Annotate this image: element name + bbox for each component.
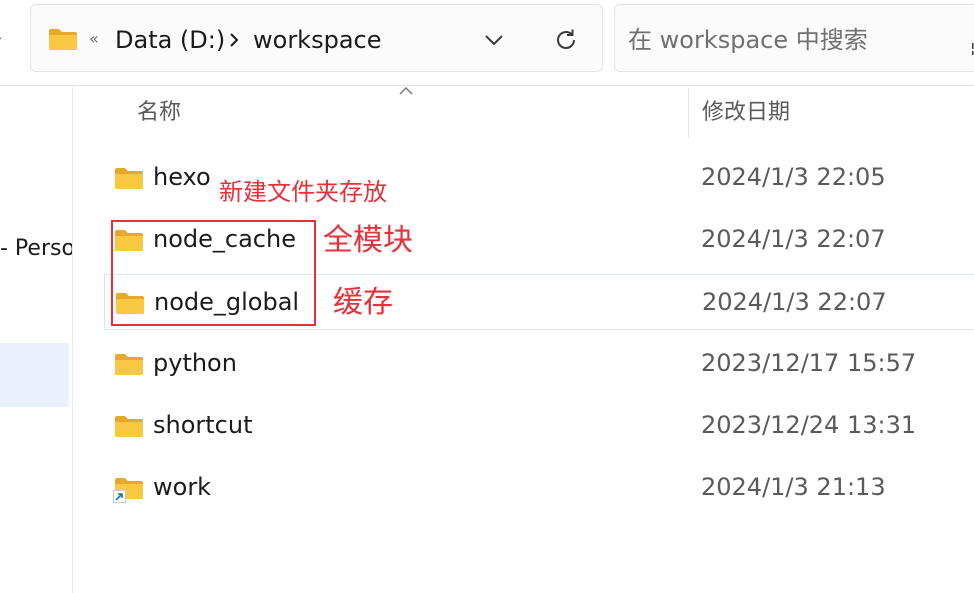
- chevron-right-icon[interactable]: [226, 29, 242, 51]
- file-date: 2024/1/3 22:07: [701, 225, 886, 253]
- explorer-toolbar: › « Data (D:) workspace 在 workspace 中搜索: [0, 0, 974, 86]
- breadcrumb-overflow-icon[interactable]: «: [89, 27, 99, 51]
- file-name[interactable]: hexo: [153, 162, 211, 192]
- file-name[interactable]: python: [153, 348, 237, 378]
- file-date: 2024/1/3 22:05: [701, 163, 886, 191]
- file-row-work[interactable]: work 2024/1/3 21:13: [104, 460, 974, 516]
- file-row-python[interactable]: python 2023/12/17 15:57: [104, 336, 974, 392]
- folder-icon: [115, 416, 143, 437]
- refresh-icon[interactable]: [553, 27, 579, 53]
- address-bar[interactable]: « Data (D:) workspace: [30, 4, 603, 72]
- annotation-note-cache: 缓存: [333, 285, 393, 320]
- shortcut-arrow-icon: [113, 490, 126, 503]
- column-header-name[interactable]: 名称: [137, 98, 181, 128]
- breadcrumb-drive[interactable]: Data (D:): [115, 25, 225, 55]
- folder-icon: [115, 168, 143, 189]
- nav-item-personal[interactable]: - Perso: [0, 235, 72, 263]
- annotation-note-new-folder: 新建文件夹存放: [219, 178, 387, 206]
- back-chevron-icon[interactable]: ›: [0, 26, 8, 50]
- file-name[interactable]: work: [153, 472, 211, 502]
- file-row-shortcut[interactable]: shortcut 2023/12/24 13:31: [104, 398, 974, 454]
- annotation-highlight-box: [111, 220, 316, 326]
- search-box[interactable]: 在 workspace 中搜索: [614, 4, 974, 72]
- folder-icon: [49, 29, 77, 50]
- breadcrumb-workspace[interactable]: workspace: [253, 25, 381, 55]
- navigation-pane: - Perso: [0, 87, 73, 593]
- file-date: 2024/1/3 21:13: [701, 473, 886, 501]
- file-date: 2023/12/24 13:31: [701, 411, 917, 439]
- column-divider[interactable]: [688, 88, 689, 138]
- file-date: 2023/12/17 15:57: [701, 349, 917, 377]
- chevron-down-icon[interactable]: [483, 29, 505, 51]
- nav-item-selected[interactable]: [0, 343, 69, 407]
- column-header-date-modified[interactable]: 修改日期: [702, 98, 790, 128]
- search-placeholder[interactable]: 在 workspace 中搜索: [628, 25, 868, 55]
- file-date: 2024/1/3 22:07: [702, 288, 887, 316]
- annotation-note-global-modules: 全模块: [323, 223, 413, 258]
- sort-ascending-icon: [399, 86, 413, 95]
- file-name[interactable]: shortcut: [153, 410, 253, 440]
- folder-icon: [115, 354, 143, 375]
